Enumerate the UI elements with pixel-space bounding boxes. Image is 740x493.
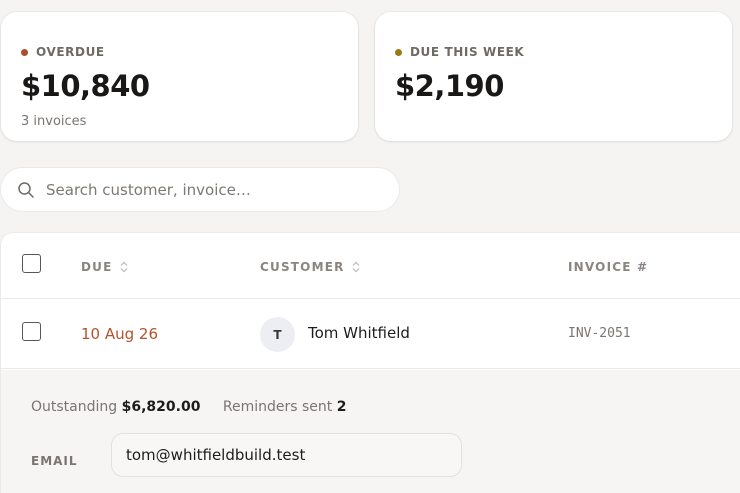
overdue-amount: $10,840 [21,69,150,103]
sort-icon [352,261,359,273]
due-this-week-summary-card[interactable]: DUE THIS WEEK $2,190 [375,12,732,141]
due-date: 10 Aug 26 [81,325,158,343]
table-row[interactable]: 10 Aug 26 T Tom Whitfield INV-2051 [1,299,740,369]
outstanding-value: $6,820.00 [121,399,201,415]
reminders-label: Reminders sent [222,399,333,415]
column-header-invoice[interactable]: INVOICE # [568,260,648,274]
invoice-table: DUE CUSTOMER INVOICE # 10 Aug 26 T Tom W… [1,233,740,493]
table-header: DUE CUSTOMER INVOICE # [1,233,740,299]
avatar: T [260,317,295,352]
column-label-invoice: INVOICE # [568,260,649,274]
column-header-customer[interactable]: CUSTOMER [260,260,360,274]
search-icon [18,182,34,198]
outstanding-label: Outstanding [31,399,118,415]
select-all-checkbox[interactable] [22,254,41,273]
overdue-label-row: OVERDUE [21,45,105,59]
column-label-customer: CUSTOMER [260,260,345,274]
search-box[interactable] [1,168,399,211]
detail-summary: Outstanding $6,820.00 Reminders sent 2 [31,399,346,415]
search-input[interactable] [46,168,386,211]
overdue-status-dot [21,48,28,56]
email-field[interactable] [111,433,462,477]
due-week-amount: $2,190 [395,69,504,103]
invoice-number[interactable]: INV-2051 [568,326,631,341]
overdue-invoice-count: 3 invoices [21,114,87,129]
reminders-value: 2 [336,399,347,415]
overdue-summary-card[interactable]: OVERDUE $10,840 3 invoices [1,12,358,141]
column-label-due: DUE [81,260,113,274]
customer-name[interactable]: Tom Whitfield [308,324,410,342]
overdue-label: OVERDUE [36,45,105,59]
column-header-due[interactable]: DUE [81,260,128,274]
row-detail-panel: Outstanding $6,820.00 Reminders sent 2 E… [1,370,740,493]
email-label: EMAIL [31,454,78,468]
due-week-status-dot [395,48,402,56]
due-week-label: DUE THIS WEEK [410,45,525,59]
due-week-label-row: DUE THIS WEEK [395,45,524,59]
row-select-checkbox[interactable] [22,322,41,341]
sort-icon [120,261,127,273]
